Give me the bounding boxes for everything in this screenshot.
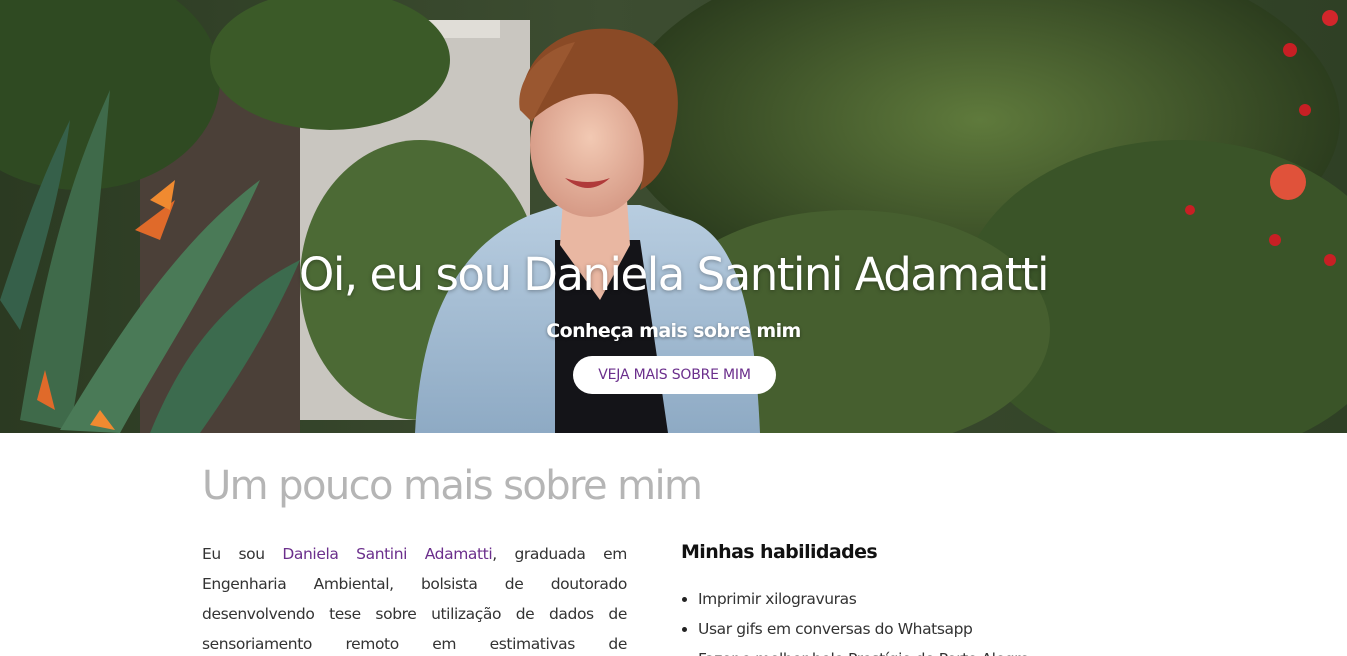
- section-title: Um pouco mais sobre mim: [202, 463, 703, 509]
- list-item: Fazer o melhor bolo Prestígio de Porto A…: [681, 644, 1029, 656]
- hero-subtitle: Conheça mais sobre mim: [546, 320, 801, 342]
- name-link[interactable]: Daniela Santini Adamatti: [282, 545, 492, 563]
- skills-title: Minhas habilidades: [681, 541, 878, 563]
- list-item: Usar gifs em conversas do Whatsapp: [681, 614, 1029, 644]
- hero-banner: Oi, eu sou Daniela Santini Adamatti Conh…: [0, 0, 1347, 433]
- about-paragraph: Eu sou Daniela Santini Adamatti, graduad…: [202, 539, 627, 656]
- list-item: Imprimir xilogravuras: [681, 584, 1029, 614]
- hero-title: Oi, eu sou Daniela Santini Adamatti: [298, 248, 1050, 301]
- about-intro-before-name: Eu sou: [202, 545, 283, 563]
- see-more-button[interactable]: VEJA MAIS SOBRE MIM: [573, 356, 776, 394]
- skills-list: Imprimir xilogravuras Usar gifs em conve…: [681, 584, 1029, 656]
